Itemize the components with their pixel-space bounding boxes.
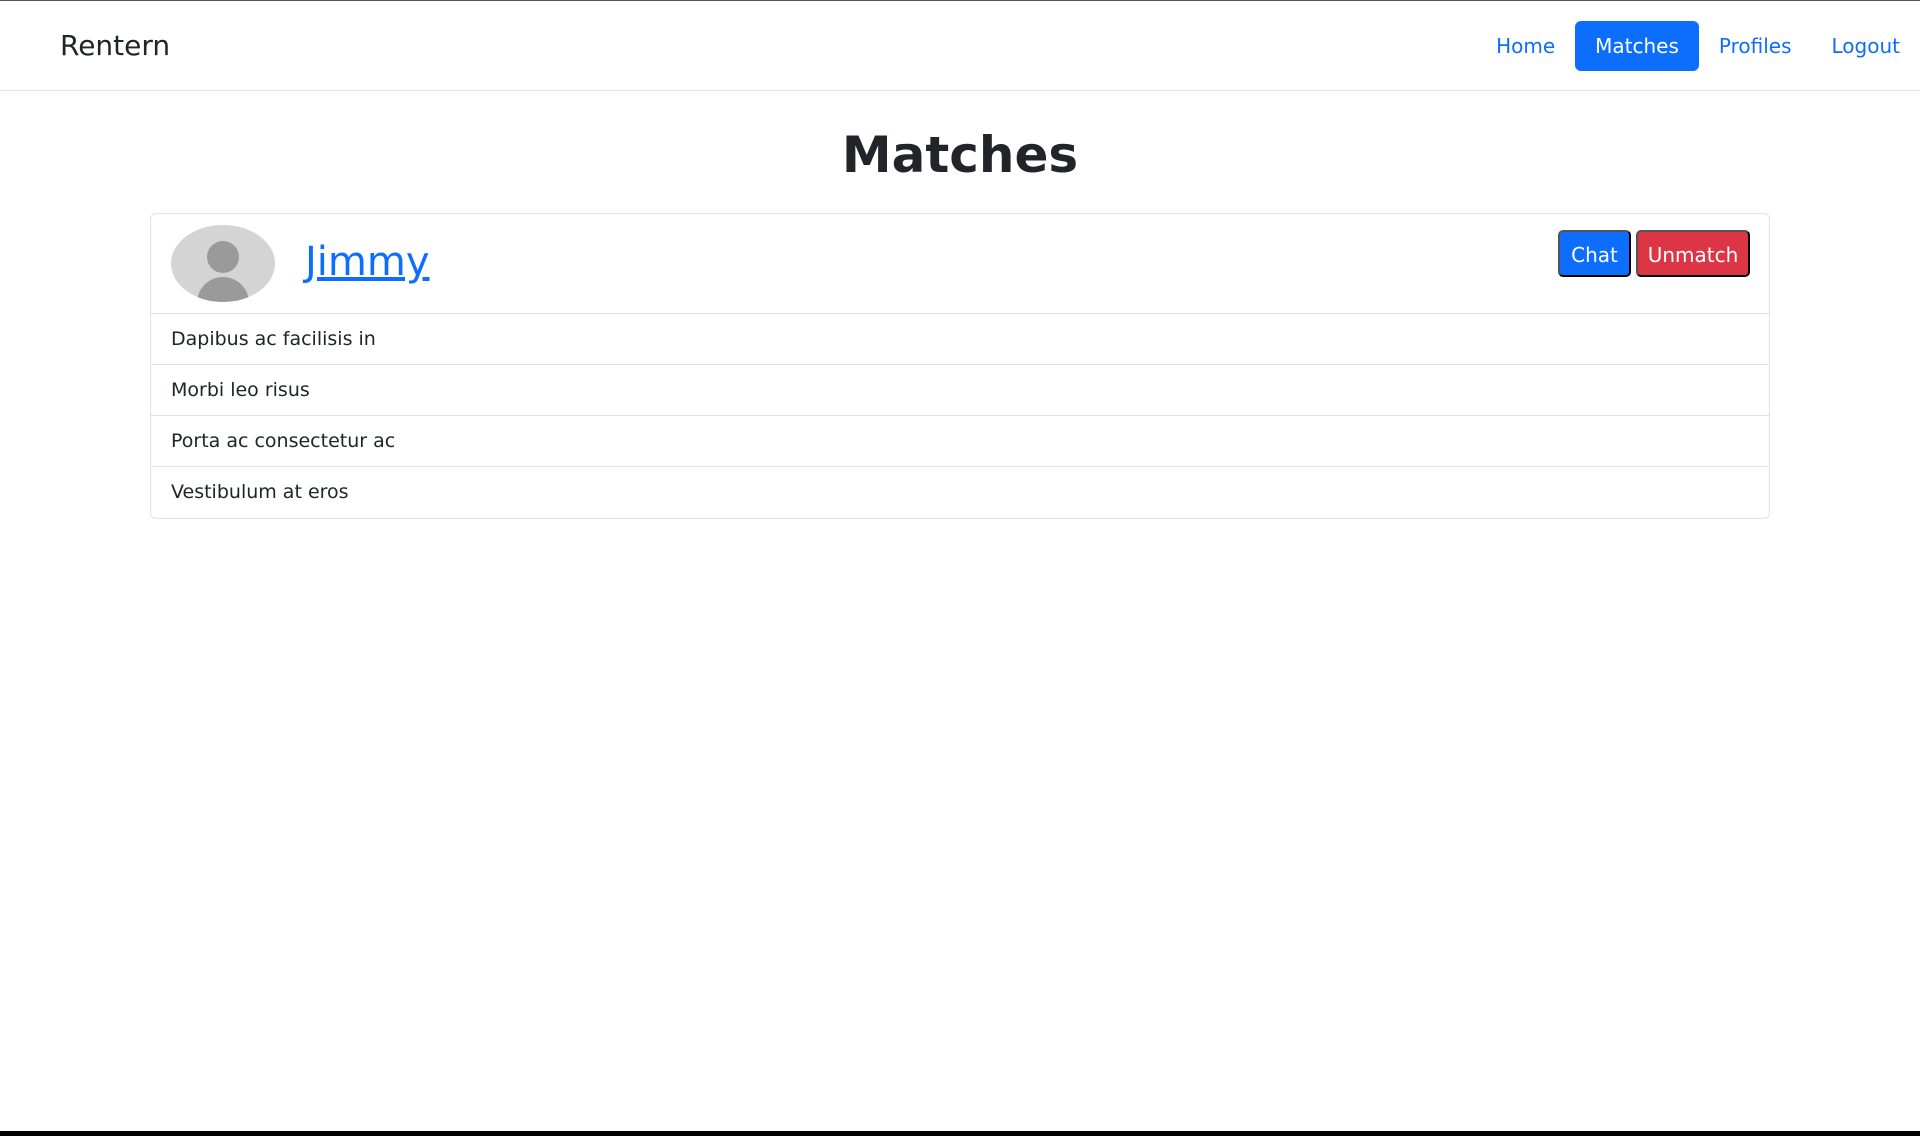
chat-button[interactable]: Chat <box>1558 230 1631 277</box>
navbar: Rentern Home Matches Profiles Logout <box>0 1 1920 91</box>
match-card-header: Jimmy Chat Unmatch <box>151 214 1769 314</box>
list-item: Vestibulum at eros <box>171 481 349 503</box>
nav-link-logout[interactable]: Logout <box>1812 21 1920 71</box>
nav-link-profiles[interactable]: Profiles <box>1699 21 1812 71</box>
avatar-head-shape <box>207 241 239 273</box>
user-avatar-icon <box>171 225 275 302</box>
list-item: Morbi leo risus <box>151 365 1769 416</box>
unmatch-button[interactable]: Unmatch <box>1636 230 1750 277</box>
list-item: Porta ac consectetur ac <box>151 416 1769 467</box>
avatar-body-shape <box>197 277 249 302</box>
nav-links: Home Matches Profiles Logout <box>1476 21 1920 71</box>
match-card: Jimmy Chat Unmatch Dapibus ac facilisis … <box>150 213 1770 519</box>
match-name-link[interactable]: Jimmy <box>305 236 430 288</box>
nav-link-matches[interactable]: Matches <box>1575 21 1699 71</box>
match-detail-list: Dapibus ac facilisis in Morbi leo risus … <box>151 314 1769 518</box>
page-title: Matches <box>841 126 1079 184</box>
nav-link-home[interactable]: Home <box>1476 21 1575 71</box>
page: Rentern Home Matches Profiles Logout Mat… <box>0 0 1920 1131</box>
brand-logo[interactable]: Rentern <box>60 28 170 64</box>
list-item: Dapibus ac facilisis in <box>151 314 1769 365</box>
